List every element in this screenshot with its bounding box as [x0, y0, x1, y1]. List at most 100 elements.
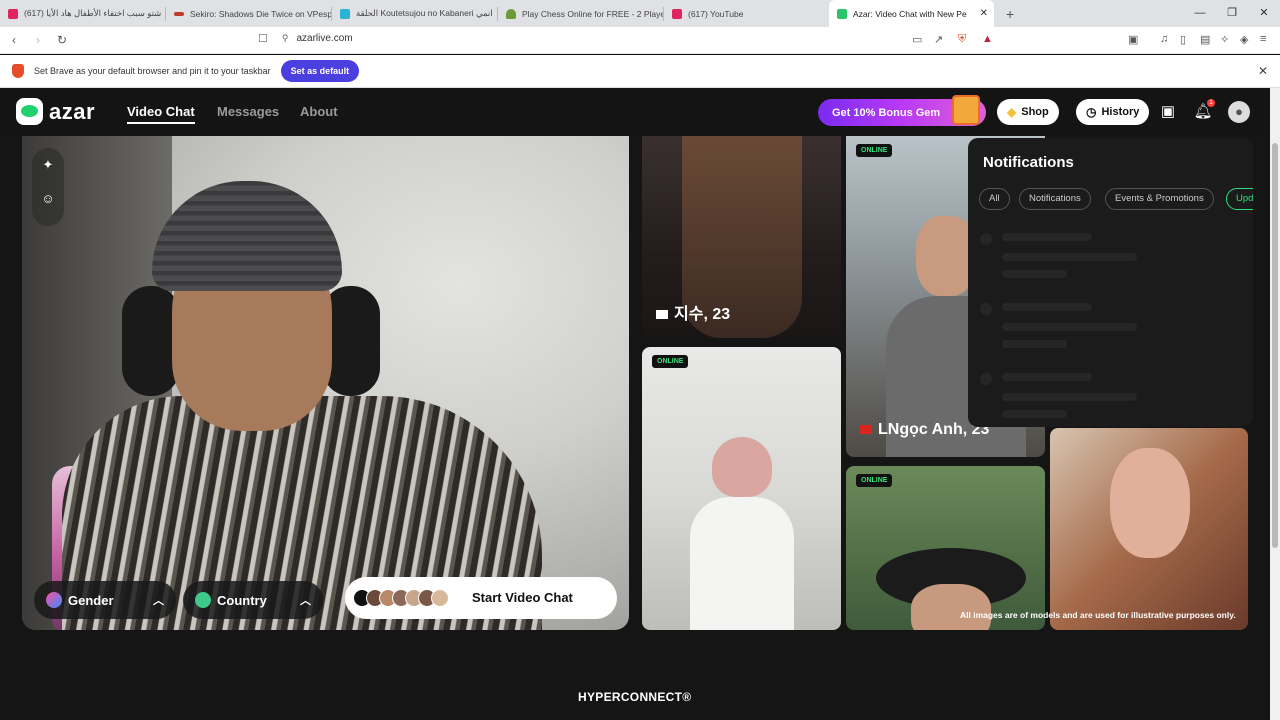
tab-search-icon[interactable]: ▣: [1128, 33, 1138, 46]
new-tab-button[interactable]: +: [1006, 6, 1014, 22]
browser-tab[interactable]: (617) YouTube: [664, 0, 829, 27]
start-video-chat-button[interactable]: Start Video Chat: [345, 577, 617, 619]
brave-rewards-icon[interactable]: ▲: [982, 33, 993, 45]
store-icon[interactable]: ▣: [1157, 101, 1179, 123]
filter-all[interactable]: All: [979, 188, 1010, 210]
site-info-icon[interactable]: ⚲: [282, 33, 289, 44]
youtube-favicon-icon: [672, 8, 682, 19]
sidebar-icon[interactable]: ▯: [1180, 33, 1186, 46]
chevron-up-icon: ︿: [153, 595, 164, 607]
tab-title: Azar: Video Chat with New Pe: [853, 8, 967, 19]
promo-text: Get 10% Bonus Gem: [832, 106, 941, 119]
site-header: azar Video Chat Messages About Get 10% B…: [0, 88, 1270, 136]
infobar-message: Set Brave as your default browser and pi…: [34, 66, 271, 76]
window-controls: — ❐ ✕: [1184, 0, 1280, 27]
azar-logo-icon: [16, 98, 43, 125]
history-label: History: [1101, 106, 1140, 118]
scrollbar-thumb[interactable]: [1272, 143, 1278, 548]
skeleton-line: [1002, 340, 1067, 348]
nav-about[interactable]: About: [300, 104, 338, 119]
filter-events-promotions[interactable]: Events & Promotions: [1105, 188, 1214, 210]
gem-icon: ◆: [1007, 105, 1017, 119]
clock-icon: ◷: [1086, 105, 1097, 119]
menu-icon[interactable]: ≡: [1260, 33, 1266, 45]
close-infobar-icon[interactable]: ✕: [1258, 64, 1268, 78]
skeleton-line: [1002, 323, 1137, 331]
forward-icon[interactable]: ›: [28, 33, 48, 47]
model-disclaimer: All images are of models and are used fo…: [960, 610, 1236, 620]
tab-title: الحلقة Koutetsujou no Kabaneri انمي: [356, 8, 493, 18]
gender-filter[interactable]: Gender ︿: [34, 581, 176, 619]
online-badge: ONLINE: [856, 474, 893, 487]
profile-card-redhair: [1050, 428, 1248, 630]
user-avatar-icon[interactable]: ●: [1228, 101, 1250, 123]
set-as-default-button[interactable]: Set as default: [280, 60, 360, 82]
azar-logo[interactable]: azar: [16, 98, 95, 125]
gender-icon: [46, 592, 62, 608]
bonus-gem-banner[interactable]: Get 10% Bonus Gem: [818, 95, 986, 126]
close-window-button[interactable]: ✕: [1248, 0, 1280, 27]
reload-icon[interactable]: ↻: [52, 33, 72, 47]
back-icon[interactable]: ‹: [4, 33, 24, 47]
beanie-hat: [152, 181, 342, 291]
address-bar[interactable]: ☐ ⚲ azarlive.com: [258, 32, 353, 45]
browser-toolbar: ‹ › ↻ ☐ ⚲ azarlive.com ▭ ↗ ⛨ ▲ ▣ ♫ ▯ ▤ ✧…: [0, 27, 1280, 54]
nav-video-chat[interactable]: Video Chat: [127, 104, 195, 124]
country-filter[interactable]: Country ︿: [183, 581, 323, 619]
cast-icon[interactable]: ▭: [912, 33, 922, 46]
gift-box-icon: [952, 95, 980, 125]
filter-updates[interactable]: Upd: [1226, 188, 1253, 210]
profile-card-hat: ONLINE: [846, 466, 1045, 630]
tab-title: (617) YouTube: [688, 8, 744, 19]
browser-tab[interactable]: Play Chess Online for FREE - 2 Player: [498, 0, 663, 27]
brave-logo-icon: [12, 64, 24, 78]
bell-icon[interactable]: 🔔︎: [1192, 99, 1215, 123]
magic-wand-icon[interactable]: ✦: [32, 148, 64, 182]
close-tab-icon[interactable]: ✕: [980, 8, 988, 19]
skeleton-line: [1002, 270, 1067, 278]
browser-tab[interactable]: Sekiro: Shadows Die Twice on VPesp: [166, 0, 331, 27]
share-icon[interactable]: ↗: [934, 33, 943, 46]
brave-shields-icon[interactable]: ⛨: [958, 33, 966, 46]
nav-messages[interactable]: Messages: [217, 104, 279, 119]
skeleton-line: [1002, 393, 1137, 401]
browser-tab[interactable]: (617) شتو سبب اختفاء الأطفال هاد الأيا: [0, 0, 165, 27]
skeleton-line: [1002, 233, 1092, 241]
video-preview: [22, 136, 629, 630]
profile-card-snow: ONLINE: [642, 347, 841, 630]
page-scrollbar[interactable]: [1270, 88, 1280, 720]
media-icon[interactable]: ♫: [1160, 33, 1168, 45]
browser-tab-bar: (617) شتو سبب اختفاء الأطفال هاد الأيا S…: [0, 0, 1280, 27]
restore-button[interactable]: ❐: [1216, 0, 1248, 27]
profile-card-jisu: 지수, 23: [642, 136, 841, 338]
browser-tab-active[interactable]: Azar: Video Chat with New Pe ✕: [829, 0, 994, 27]
wallet-icon[interactable]: ▤: [1200, 33, 1210, 46]
profile-photo: [916, 216, 976, 296]
country-label: Country: [217, 592, 267, 608]
azar-page: ✦ ☺ Gender ︿ Country ︿ Start Video Chat …: [0, 88, 1270, 720]
face-filter-icon[interactable]: ☺: [32, 182, 64, 216]
url-text[interactable]: azarlive.com: [296, 33, 352, 44]
filter-notifications[interactable]: Notifications: [1019, 188, 1091, 210]
flag-kr-icon: [656, 310, 668, 320]
skeleton-avatar: [980, 303, 992, 315]
minimize-button[interactable]: —: [1184, 0, 1216, 27]
notifications-title: Notifications: [983, 154, 1074, 171]
tab-title: Sekiro: Shadows Die Twice on VPesp: [190, 8, 331, 19]
profile-photo: [1110, 448, 1190, 558]
skeleton-line: [1002, 410, 1067, 418]
profile-photo: [911, 584, 991, 630]
bookmark-icon[interactable]: ☐: [258, 32, 268, 45]
tab-title: (617) شتو سبب اختفاء الأطفال هاد الأيا: [24, 8, 162, 18]
vpn-icon[interactable]: ◈: [1240, 33, 1248, 46]
online-badge: ONLINE: [652, 355, 689, 368]
site-favicon-icon: [340, 8, 350, 19]
history-button[interactable]: ◷ History: [1076, 99, 1150, 125]
hyperconnect-brand: HYPERCONNECT®: [578, 690, 692, 704]
online-badge: ONLINE: [856, 144, 893, 157]
avatar-stack: [353, 589, 449, 607]
globe-icon: [195, 592, 211, 608]
leo-ai-icon[interactable]: ✧: [1220, 33, 1229, 46]
shop-button[interactable]: ◆ Shop: [997, 99, 1059, 125]
browser-tab[interactable]: الحلقة Koutetsujou no Kabaneri انمي: [332, 0, 497, 27]
